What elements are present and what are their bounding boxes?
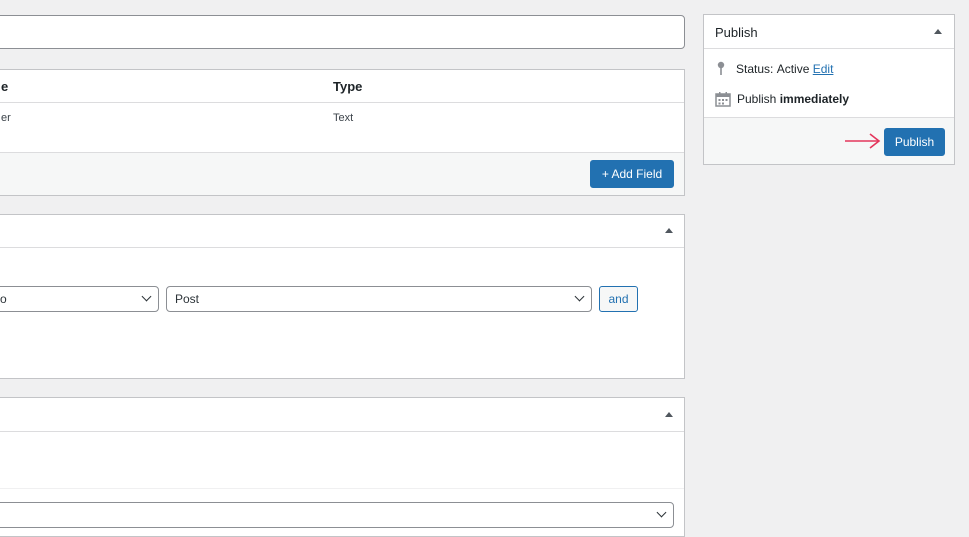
and-rule-button[interactable]: and bbox=[599, 286, 638, 312]
settings-select[interactable] bbox=[0, 502, 674, 528]
collapse-toggle-icon[interactable] bbox=[665, 228, 673, 233]
publish-when: immediately bbox=[779, 92, 850, 106]
field-type-cell: Text bbox=[333, 112, 354, 124]
calendar-icon bbox=[715, 92, 731, 107]
location-panel-header[interactable] bbox=[0, 215, 684, 248]
settings-panel-header[interactable] bbox=[0, 398, 684, 432]
rule-value-value: Post bbox=[175, 292, 200, 306]
publish-button[interactable]: Publish bbox=[884, 128, 945, 156]
status-value: Active bbox=[776, 62, 810, 76]
status-row: Status: Active Edit bbox=[715, 61, 833, 77]
publish-actions: Publish bbox=[704, 117, 954, 164]
column-header-type: Type bbox=[333, 79, 363, 94]
field-label-cell: er bbox=[1, 112, 11, 124]
edit-status-link[interactable]: Edit bbox=[813, 62, 834, 76]
table-row[interactable]: er Text bbox=[0, 104, 684, 152]
rule-value-select[interactable]: Post bbox=[166, 286, 592, 312]
collapse-toggle-icon[interactable] bbox=[934, 29, 942, 34]
chevron-down-icon bbox=[574, 291, 585, 302]
add-field-button[interactable]: + Add Field bbox=[590, 160, 674, 188]
chevron-down-icon bbox=[656, 507, 667, 518]
publish-label: Publish bbox=[737, 92, 777, 106]
column-header-name: e bbox=[1, 79, 9, 94]
rule-param-select[interactable]: o bbox=[0, 286, 159, 312]
location-rules-panel: o Post and bbox=[0, 214, 685, 379]
divider bbox=[0, 488, 684, 489]
publish-box-title: Publish bbox=[715, 25, 758, 40]
arrow-right-icon bbox=[845, 133, 881, 149]
status-label: Status: bbox=[736, 62, 774, 76]
rule-param-value: o bbox=[0, 292, 7, 306]
fields-footer: + Add Field bbox=[0, 152, 684, 195]
collapse-toggle-icon[interactable] bbox=[665, 412, 673, 417]
fields-table-header: e Type bbox=[0, 70, 684, 103]
publish-time-row: Publish immediately bbox=[715, 91, 849, 107]
publish-box: Publish Status: Active Edit Publish imme… bbox=[703, 14, 955, 165]
pin-icon bbox=[717, 61, 725, 75]
chevron-down-icon bbox=[141, 291, 152, 302]
title-input[interactable] bbox=[0, 15, 685, 49]
fields-panel: e Type er Text + Add Field bbox=[0, 69, 685, 196]
settings-panel bbox=[0, 397, 685, 537]
publish-box-header[interactable]: Publish bbox=[704, 15, 954, 49]
